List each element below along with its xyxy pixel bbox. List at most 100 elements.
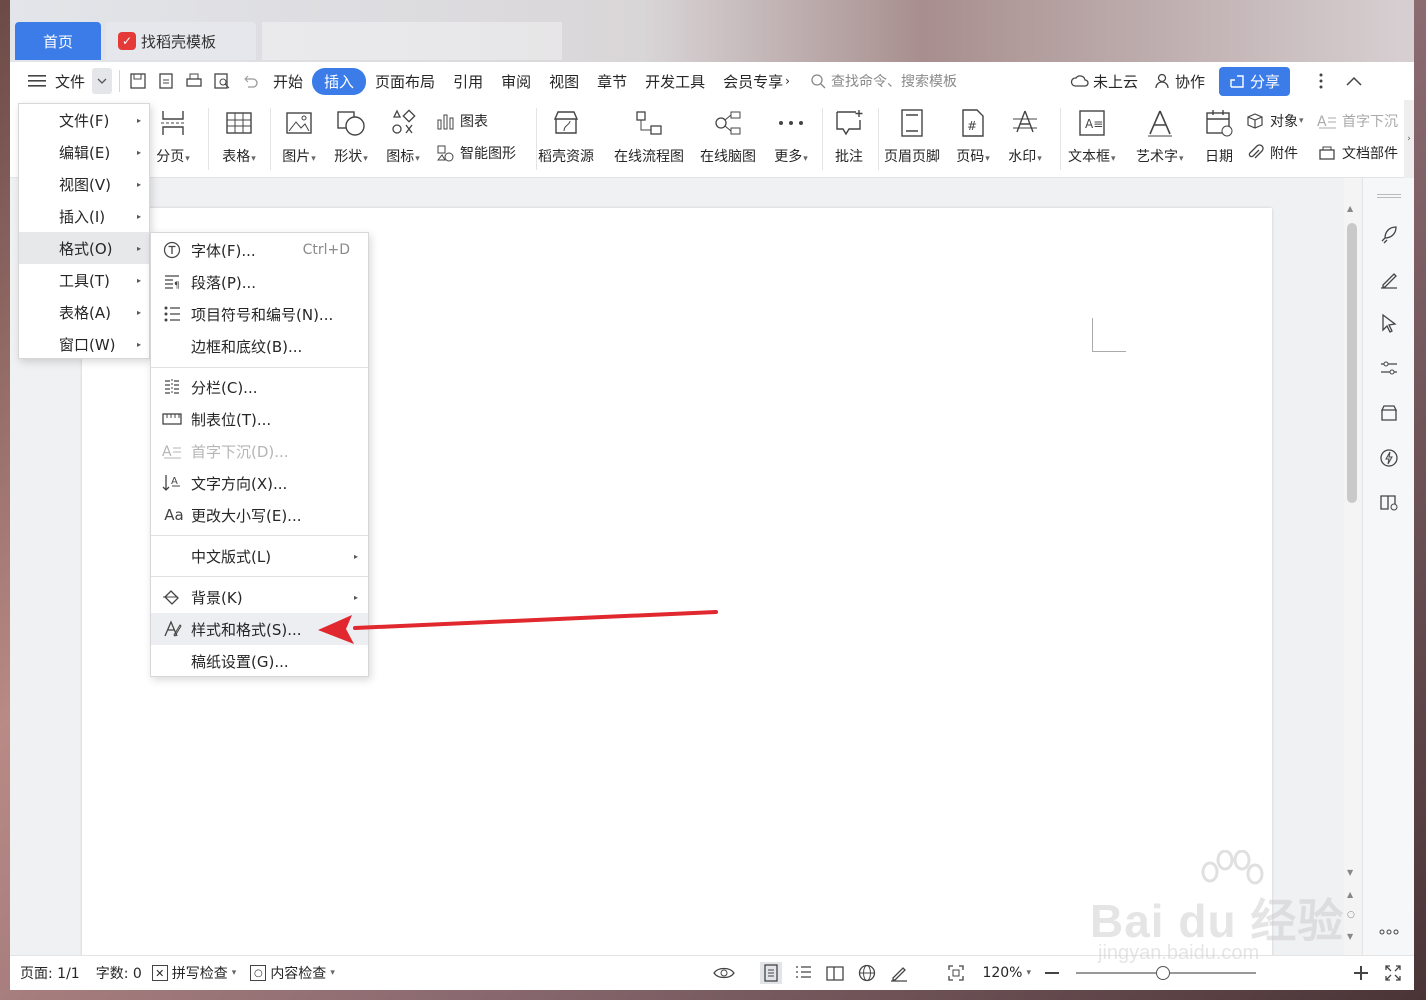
- collab-button[interactable]: 协作: [1154, 71, 1205, 92]
- submenu-tab-stops[interactable]: 制表位(T)...: [151, 403, 368, 435]
- more-button[interactable]: 更多▾: [774, 106, 808, 166]
- fit-page-icon[interactable]: [945, 962, 967, 984]
- submenu-styles-and-formatting[interactable]: 样式和格式(S)...: [151, 613, 368, 645]
- submenu-arrow-icon: ▸: [353, 592, 358, 602]
- mindmap-button[interactable]: 在线脑图: [700, 106, 756, 166]
- content-check-button[interactable]: ○ 内容检查 ▾: [250, 963, 335, 983]
- submenu-font[interactable]: 字体(F)... Ctrl+D: [151, 234, 368, 266]
- zoom-out-icon[interactable]: [1041, 962, 1063, 984]
- chevron-down-icon[interactable]: [92, 68, 113, 94]
- table-button[interactable]: 表格▾: [222, 106, 256, 166]
- more-vertical-icon[interactable]: [1310, 70, 1332, 92]
- header-footer-icon: [895, 106, 929, 140]
- submenu-borders[interactable]: 边框和底纹(B)...: [151, 330, 368, 362]
- wordart-button[interactable]: 艺术字▾: [1136, 106, 1184, 166]
- hamburger-icon[interactable]: [26, 70, 48, 92]
- lightning-icon[interactable]: [1377, 446, 1401, 470]
- submenu-drop-cap: A 首字下沉(D)...: [151, 435, 368, 467]
- eye-icon[interactable]: [713, 962, 736, 984]
- zoom-level[interactable]: 120% ▾: [982, 965, 1031, 981]
- tab-home[interactable]: 首页: [15, 22, 101, 60]
- outline-view-icon[interactable]: [792, 962, 814, 984]
- menu-item-file[interactable]: 文件(F) ▸: [19, 104, 149, 136]
- menu-insert[interactable]: 插入: [312, 67, 367, 95]
- submenu-arrow-icon: ▸: [136, 179, 141, 189]
- scrollbar-thumb[interactable]: [1347, 223, 1357, 503]
- sliders-icon[interactable]: [1377, 356, 1401, 380]
- rocket-icon[interactable]: [1377, 222, 1401, 246]
- pen-icon[interactable]: [1377, 267, 1401, 291]
- page-number-button[interactable]: # 页码▾: [956, 106, 990, 166]
- vertical-scrollbar[interactable]: ▲ ▼ ▲ ○ ▼: [1344, 178, 1360, 955]
- submenu-bullets[interactable]: 项目符号和编号(N)...: [151, 298, 368, 330]
- scroll-up-icon[interactable]: ▲: [1347, 204, 1353, 213]
- tab-template[interactable]: ✓ 找稻壳模板: [106, 22, 256, 60]
- menu-start[interactable]: 开始: [264, 71, 312, 92]
- menu-item-edit[interactable]: 编辑(E) ▸: [19, 136, 149, 168]
- doc-parts-button[interactable]: 文档部件: [1316, 142, 1402, 164]
- menu-developer[interactable]: 开发工具: [636, 71, 714, 92]
- word-count[interactable]: 字数: 0: [96, 963, 142, 983]
- ribbon-scroll-right-icon[interactable]: ›: [1404, 100, 1414, 178]
- save-icon[interactable]: [127, 70, 149, 92]
- submenu-chinese-layout[interactable]: 中文版式(L) ▸: [151, 540, 368, 572]
- page-count[interactable]: 页面: 1/1: [20, 963, 80, 983]
- watermark-button[interactable]: 水印▾: [1008, 106, 1042, 166]
- object-button[interactable]: 对象 ▾: [1244, 110, 1304, 132]
- header-footer-button[interactable]: 页眉页脚: [884, 106, 940, 166]
- page-view-icon[interactable]: [760, 962, 783, 984]
- date-button[interactable]: 日期: [1202, 106, 1236, 166]
- menu-item-insert[interactable]: 插入(I) ▸: [19, 200, 149, 232]
- textbox-button[interactable]: A≡ 文本框▾: [1068, 106, 1116, 166]
- zoom-value: 120%: [982, 965, 1023, 981]
- chart-button[interactable]: 图表: [434, 110, 488, 132]
- menu-member[interactable]: 会员专享: [714, 71, 783, 92]
- drop-cap-ribbon-button: A 首字下沉: [1316, 110, 1402, 132]
- write-mode-icon[interactable]: [888, 962, 910, 984]
- submenu-paragraph[interactable]: ¶ 段落(P)...: [151, 266, 368, 298]
- wordart-label: 艺术字: [1136, 149, 1178, 165]
- book-icon[interactable]: [1377, 490, 1401, 514]
- export-pdf-icon[interactable]: [155, 70, 177, 92]
- search-box[interactable]: 查找命令、搜索模板: [810, 71, 1020, 91]
- attachment-button[interactable]: 附件: [1244, 142, 1298, 164]
- file-menu-button[interactable]: 文件: [51, 71, 89, 92]
- menu-item-tools[interactable]: 工具(T) ▸: [19, 264, 149, 296]
- collapse-ribbon-icon[interactable]: [1343, 70, 1365, 92]
- page-break-button[interactable]: 分页▾: [156, 106, 190, 166]
- flowchart-button[interactable]: 在线流程图: [614, 106, 684, 166]
- tab-document[interactable]: [262, 22, 562, 60]
- menu-references[interactable]: 引用: [444, 71, 492, 92]
- smart-art-button[interactable]: 智能图形: [434, 142, 516, 164]
- menu-page-layout[interactable]: 页面布局: [366, 71, 444, 92]
- menu-item-table[interactable]: 表格(A) ▸: [19, 296, 149, 328]
- menu-item-format[interactable]: 格式(O) ▸: [19, 232, 149, 264]
- icon-library-button[interactable]: 图标▾: [386, 106, 420, 166]
- resource-icon[interactable]: [1377, 401, 1401, 425]
- menu-item-window[interactable]: 窗口(W) ▸: [19, 328, 149, 360]
- cloud-status[interactable]: 未上云: [1070, 71, 1138, 92]
- menu-review[interactable]: 审阅: [492, 71, 540, 92]
- menu-item-view[interactable]: 视图(V) ▸: [19, 168, 149, 200]
- menu-section[interactable]: 章节: [588, 71, 636, 92]
- picture-button[interactable]: 图片▾: [282, 106, 316, 166]
- page-break-label: 分页: [156, 149, 185, 165]
- menu-view[interactable]: 视图: [540, 71, 588, 92]
- submenu-manuscript-settings[interactable]: 稿纸设置(G)...: [151, 645, 368, 677]
- submenu-change-case[interactable]: Aa 更改大小写(E)...: [151, 499, 368, 531]
- share-button[interactable]: 分享: [1219, 66, 1291, 96]
- undo-icon[interactable]: [239, 70, 261, 92]
- submenu-text-direction[interactable]: A 文字方向(X)...: [151, 467, 368, 499]
- comment-button[interactable]: 批注: [832, 106, 866, 166]
- reading-view-icon[interactable]: [824, 962, 846, 984]
- print-preview-icon[interactable]: [211, 70, 233, 92]
- shape-button[interactable]: 形状▾: [334, 106, 368, 166]
- web-view-icon[interactable]: [856, 962, 878, 984]
- chevron-right-icon[interactable]: ›: [785, 74, 790, 88]
- spell-check-button[interactable]: ✕ 拼写检查 ▾: [151, 963, 236, 983]
- submenu-columns[interactable]: 分栏(C)...: [151, 371, 368, 403]
- docer-resources-button[interactable]: 稻壳资源: [538, 106, 594, 166]
- print-icon[interactable]: [183, 70, 205, 92]
- submenu-background[interactable]: 背景(K) ▸: [151, 581, 368, 613]
- cursor-icon[interactable]: [1377, 311, 1401, 335]
